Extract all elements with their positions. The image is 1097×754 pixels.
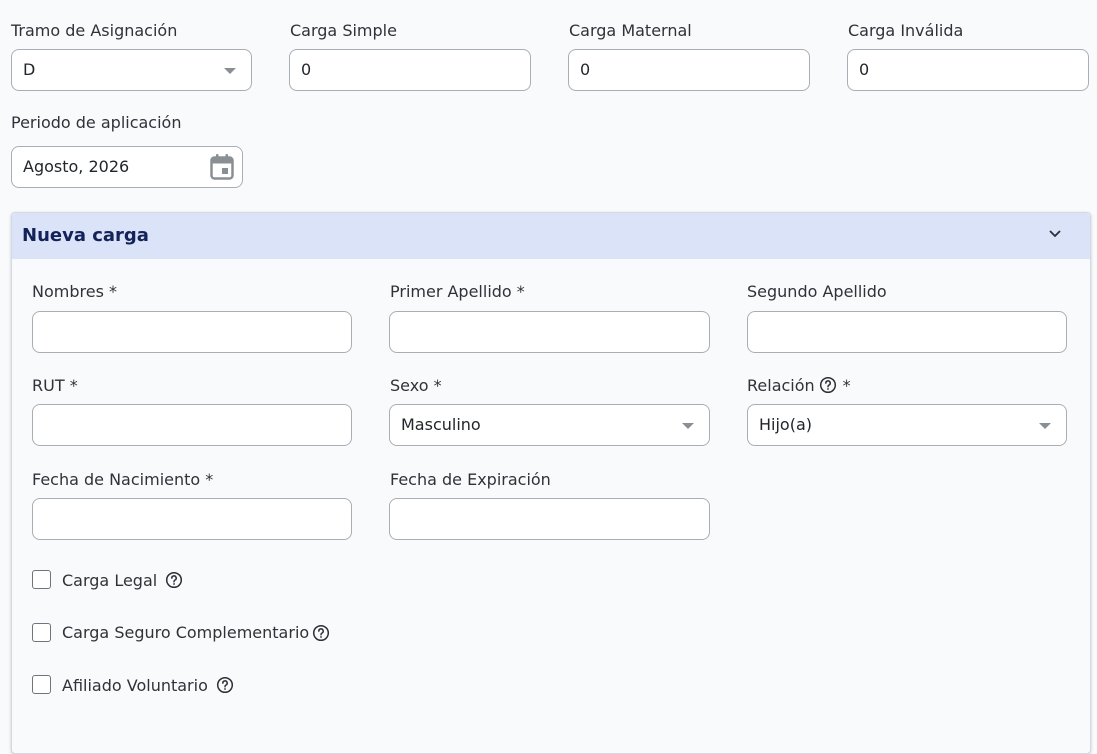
tramo-select[interactable]: D (11, 49, 252, 91)
relacion-label-text: Relación (747, 376, 815, 395)
carga-simple-value: 0 (301, 60, 312, 79)
panel-title: Nueva carga (22, 225, 149, 246)
periodo-label: Periodo de aplicación (11, 113, 182, 132)
segundo-apellido-label: Segundo Apellido (747, 282, 887, 301)
relacion-required-mark: * (842, 376, 851, 395)
nombres-label: Nombres * (32, 282, 117, 301)
rut-input[interactable] (32, 404, 352, 446)
help-circle-icon[interactable] (216, 676, 234, 694)
relacion-label: Relación * (747, 376, 851, 395)
segundo-apellido-input[interactable] (747, 311, 1067, 353)
fecha-expiracion-label: Fecha de Expiración (390, 470, 551, 489)
nombres-input[interactable] (32, 311, 352, 353)
rut-label: RUT * (32, 376, 78, 395)
carga-simple-label: Carga Simple (290, 21, 397, 40)
carga-simple-input[interactable]: 0 (289, 49, 531, 91)
dropdown-caret-icon (682, 423, 694, 429)
tramo-label: Tramo de Asignación (11, 21, 178, 40)
afiliado-voluntario-checkbox[interactable] (32, 675, 51, 694)
carga-invalida-label: Carga Inválida (848, 21, 964, 40)
sexo-value: Masculino (401, 415, 481, 434)
relacion-value: Hijo(a) (759, 415, 812, 434)
periodo-date-picker[interactable]: Agosto, 2026 (11, 146, 243, 188)
tramo-value: D (23, 60, 36, 79)
primer-apellido-input[interactable] (389, 311, 710, 353)
dropdown-caret-icon (1039, 423, 1051, 429)
carga-invalida-input[interactable]: 0 (847, 49, 1089, 91)
relacion-select[interactable]: Hijo(a) (747, 404, 1067, 446)
help-circle-icon[interactable] (819, 376, 837, 394)
carga-seguro-complementario-checkbox[interactable] (32, 623, 51, 642)
chevron-down-icon[interactable] (1048, 229, 1062, 239)
fecha-nacimiento-input[interactable] (32, 498, 352, 540)
calendar-icon[interactable] (210, 154, 234, 180)
afiliado-voluntario-label[interactable]: Afiliado Voluntario (62, 676, 208, 695)
help-circle-icon[interactable] (312, 624, 330, 642)
carga-legal-checkbox[interactable] (32, 570, 51, 589)
carga-invalida-value: 0 (859, 60, 870, 79)
sexo-select[interactable]: Masculino (389, 404, 710, 446)
panel-header[interactable]: Nueva carga (12, 213, 1090, 259)
fecha-expiracion-input[interactable] (389, 498, 710, 540)
carga-maternal-label: Carga Maternal (569, 21, 692, 40)
fecha-nacimiento-label: Fecha de Nacimiento * (32, 470, 214, 489)
dropdown-caret-icon (224, 68, 236, 74)
sexo-label: Sexo * (390, 376, 442, 395)
periodo-value: Agosto, 2026 (23, 157, 130, 176)
carga-legal-label[interactable]: Carga Legal (62, 571, 157, 590)
carga-maternal-value: 0 (580, 60, 591, 79)
primer-apellido-label: Primer Apellido * (390, 282, 525, 301)
carga-maternal-input[interactable]: 0 (568, 49, 810, 91)
help-circle-icon[interactable] (165, 571, 183, 589)
carga-seguro-complementario-label[interactable]: Carga Seguro Complementario (62, 623, 309, 642)
